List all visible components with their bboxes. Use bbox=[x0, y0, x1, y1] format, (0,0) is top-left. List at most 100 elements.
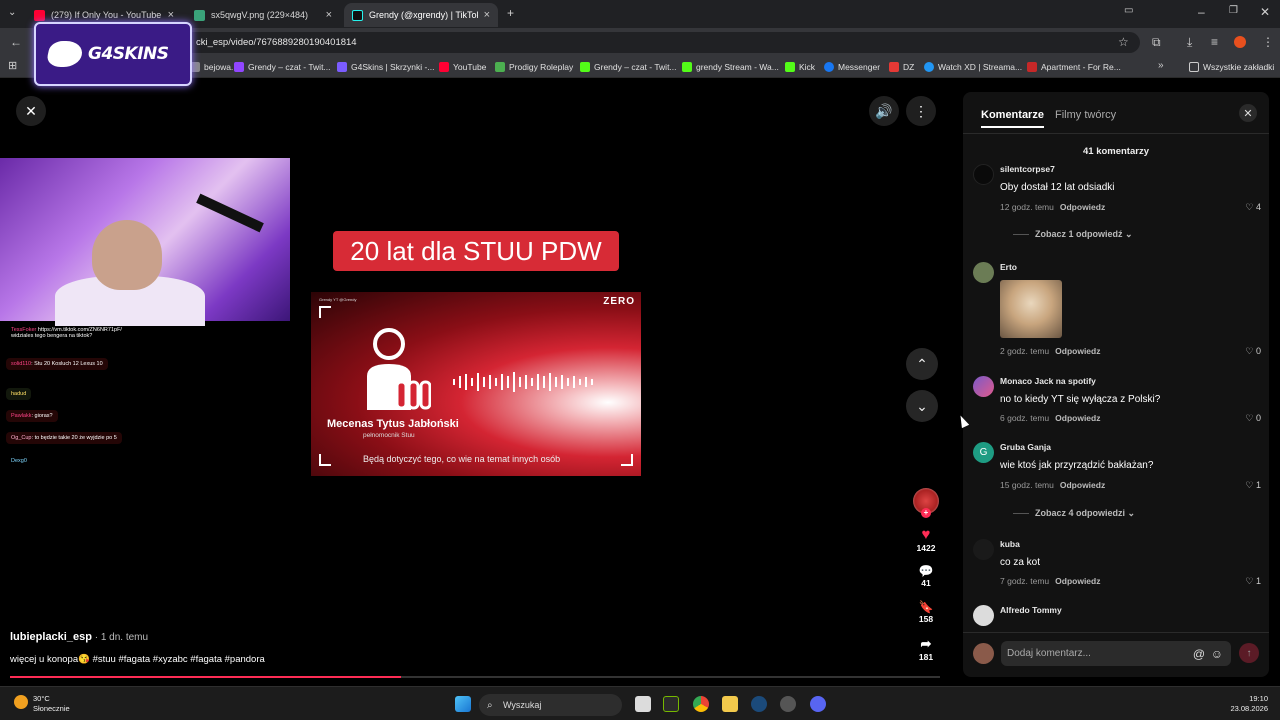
bookmark-item[interactable]: DZ bbox=[889, 56, 914, 78]
youtube-icon bbox=[439, 62, 449, 72]
bookmark-item[interactable]: Grendy – czat - Twit... bbox=[234, 56, 331, 78]
bookmark-item[interactable]: Grendy – czat - Twit... bbox=[580, 56, 677, 78]
creator-avatar[interactable]: + bbox=[904, 488, 948, 518]
cat-gif-image[interactable] bbox=[1000, 280, 1062, 338]
close-panel-button[interactable]: ✕ bbox=[1239, 104, 1257, 122]
comment-like[interactable]: ♡ 4 bbox=[1245, 202, 1261, 213]
reply-button[interactable]: Odpowiedz bbox=[1060, 480, 1105, 490]
comment-username[interactable]: Alfredo Tommy bbox=[1000, 605, 1062, 615]
comment-icon: 💬 bbox=[918, 564, 934, 578]
comment-input-bar: Dodaj komentarz... @ ☺ ↑ bbox=[963, 632, 1269, 677]
all-bookmarks-button[interactable]: Wszystkie zakładki bbox=[1189, 56, 1274, 78]
bookmark-item[interactable]: Prodigy Roleplay bbox=[495, 56, 573, 78]
reply-button[interactable]: Odpowiedz bbox=[1055, 346, 1100, 356]
bookmark-item[interactable]: Watch XD | Streama... bbox=[924, 56, 1022, 78]
bookmark-item[interactable]: Messenger bbox=[824, 56, 880, 78]
comment-username[interactable]: Erto bbox=[1000, 262, 1017, 272]
address-bar[interactable]: cki_esp/video/7676889280190401814 bbox=[60, 32, 1140, 53]
bookmark-item[interactable]: G4Skins | Skrzynki -... bbox=[337, 56, 434, 78]
media-icon[interactable]: ≡ bbox=[1211, 36, 1218, 48]
like-button[interactable]: ♥ 1422 bbox=[904, 526, 948, 553]
tab-comments[interactable]: Komentarze bbox=[981, 109, 1044, 128]
comment-like[interactable]: ♡ 1 bbox=[1245, 576, 1261, 587]
comment-time: 15 godz. temu bbox=[1000, 480, 1054, 490]
previous-video-button[interactable]: ⌃ bbox=[906, 348, 938, 380]
bookmark-star-icon[interactable]: ☆ bbox=[1118, 36, 1129, 48]
tab-image[interactable]: sx5qwgV.png (229×484) × bbox=[186, 3, 340, 27]
comment-username[interactable]: silentcorpse7 bbox=[1000, 164, 1055, 174]
comment-button[interactable]: 💬 41 bbox=[904, 564, 948, 588]
cast-icon[interactable]: ▭ bbox=[1124, 6, 1133, 16]
my-avatar bbox=[973, 643, 994, 664]
emoji-icon[interactable]: ☺ bbox=[1211, 647, 1223, 661]
bookmark-item[interactable]: bejowa... bbox=[190, 56, 238, 78]
avatar[interactable] bbox=[973, 605, 994, 626]
comment-username[interactable]: kuba bbox=[1000, 539, 1020, 549]
avatar[interactable] bbox=[973, 164, 994, 185]
new-tab-icon[interactable]: + bbox=[507, 7, 514, 19]
close-video-button[interactable]: ✕ bbox=[16, 96, 46, 126]
view-replies-button[interactable]: Zobacz 1 odpowiedź ⌄ bbox=[1013, 229, 1133, 240]
minimize-icon[interactable]: – bbox=[1198, 6, 1205, 18]
post-author[interactable]: lubieplacki_esp · 1 dn. temu bbox=[10, 631, 148, 643]
volume-button[interactable]: 🔊 bbox=[869, 96, 899, 126]
next-video-button[interactable]: ⌄ bbox=[906, 390, 938, 422]
avatar[interactable]: G bbox=[973, 442, 994, 463]
tab-creator-videos[interactable]: Filmy twórcy bbox=[1055, 109, 1116, 121]
download-icon[interactable]: ⤓ bbox=[1187, 36, 1192, 48]
apps-icon[interactable]: ⊞ bbox=[8, 61, 17, 72]
reply-button[interactable]: Odpowiedz bbox=[1055, 576, 1100, 586]
profile-avatar[interactable] bbox=[1234, 36, 1246, 48]
comment-like[interactable]: ♡ 0 bbox=[1245, 346, 1261, 357]
extensions-icon[interactable]: ⧉ bbox=[1152, 36, 1161, 48]
author-username[interactable]: lubieplacki_esp bbox=[10, 631, 92, 643]
comment-like[interactable]: ♡ 0 bbox=[1245, 413, 1261, 424]
taskbar-search[interactable]: ⌕ Wyszukaj bbox=[479, 694, 622, 716]
comment-username[interactable]: Monaco Jack na spotify bbox=[1000, 376, 1096, 386]
embedded-video[interactable]: Grendy YT @Grendy ZERO Mecenas Tytus Jab… bbox=[311, 292, 641, 476]
avatar[interactable] bbox=[973, 262, 994, 283]
windows-start-icon[interactable] bbox=[455, 696, 471, 712]
comment-text: wie ktoś jak przyrządzić bakłażan? bbox=[1000, 460, 1154, 471]
more-options-button[interactable]: ⋮ bbox=[906, 96, 936, 126]
menu-icon[interactable]: ⋮ bbox=[1262, 36, 1274, 48]
restore-icon[interactable]: ❐ bbox=[1229, 6, 1238, 16]
weather-widget[interactable]: 30°C Słonecznie bbox=[33, 694, 70, 714]
video-progress-bar[interactable] bbox=[10, 676, 940, 678]
back-icon[interactable]: ← bbox=[10, 36, 22, 48]
app-icon[interactable] bbox=[780, 696, 796, 712]
mention-icon[interactable]: @ bbox=[1193, 647, 1205, 661]
chrome-icon[interactable] bbox=[693, 696, 709, 712]
bookmark-item[interactable]: grendy Stream - Wa... bbox=[682, 56, 779, 78]
more-bookmarks-icon[interactable]: » bbox=[1158, 61, 1164, 71]
nvidia-icon[interactable] bbox=[663, 696, 679, 712]
reply-button[interactable]: Odpowiedz bbox=[1055, 413, 1100, 423]
sun-icon[interactable] bbox=[14, 695, 28, 709]
steam-icon[interactable] bbox=[751, 696, 767, 712]
avatar[interactable] bbox=[973, 376, 994, 397]
discord-icon[interactable] bbox=[810, 696, 826, 712]
bookmark-item[interactable]: Kick bbox=[785, 56, 815, 78]
tab-search-icon[interactable]: ⌄ bbox=[8, 8, 16, 18]
task-view-icon[interactable] bbox=[635, 696, 651, 712]
video-subtitle: Będą dotyczyć tego, co wie na temat inny… bbox=[363, 454, 561, 464]
video-caption-banner: 20 lat dla STUU PDW bbox=[333, 231, 619, 271]
file-explorer-icon[interactable] bbox=[722, 696, 738, 712]
bookmark-item[interactable]: YouTube bbox=[439, 56, 486, 78]
window-close-icon[interactable]: ✕ bbox=[1260, 6, 1270, 18]
comment-input[interactable]: Dodaj komentarz... @ ☺ bbox=[1001, 641, 1231, 666]
tab-tiktok[interactable]: Grendy (@xgrendy) | TikTok × bbox=[344, 3, 498, 27]
send-button[interactable]: ↑ bbox=[1239, 643, 1259, 663]
system-clock[interactable]: 19:10 23.08.2026 bbox=[1230, 694, 1268, 714]
comment-like[interactable]: ♡ 1 bbox=[1245, 480, 1261, 491]
avatar[interactable] bbox=[973, 539, 994, 560]
share-button[interactable]: ➦ 181 bbox=[904, 636, 948, 662]
bookmark-item[interactable]: Apartment - For Re... bbox=[1027, 56, 1121, 78]
close-icon[interactable]: × bbox=[168, 9, 174, 21]
reply-button[interactable]: Odpowiedz bbox=[1060, 202, 1105, 212]
close-icon[interactable]: × bbox=[484, 9, 490, 21]
comment-username[interactable]: Gruba Ganja bbox=[1000, 442, 1051, 452]
save-button[interactable]: 🔖 158 bbox=[904, 600, 948, 624]
view-replies-button[interactable]: Zobacz 4 odpowiedzi ⌄ bbox=[1013, 508, 1135, 519]
close-icon[interactable]: × bbox=[326, 9, 332, 21]
